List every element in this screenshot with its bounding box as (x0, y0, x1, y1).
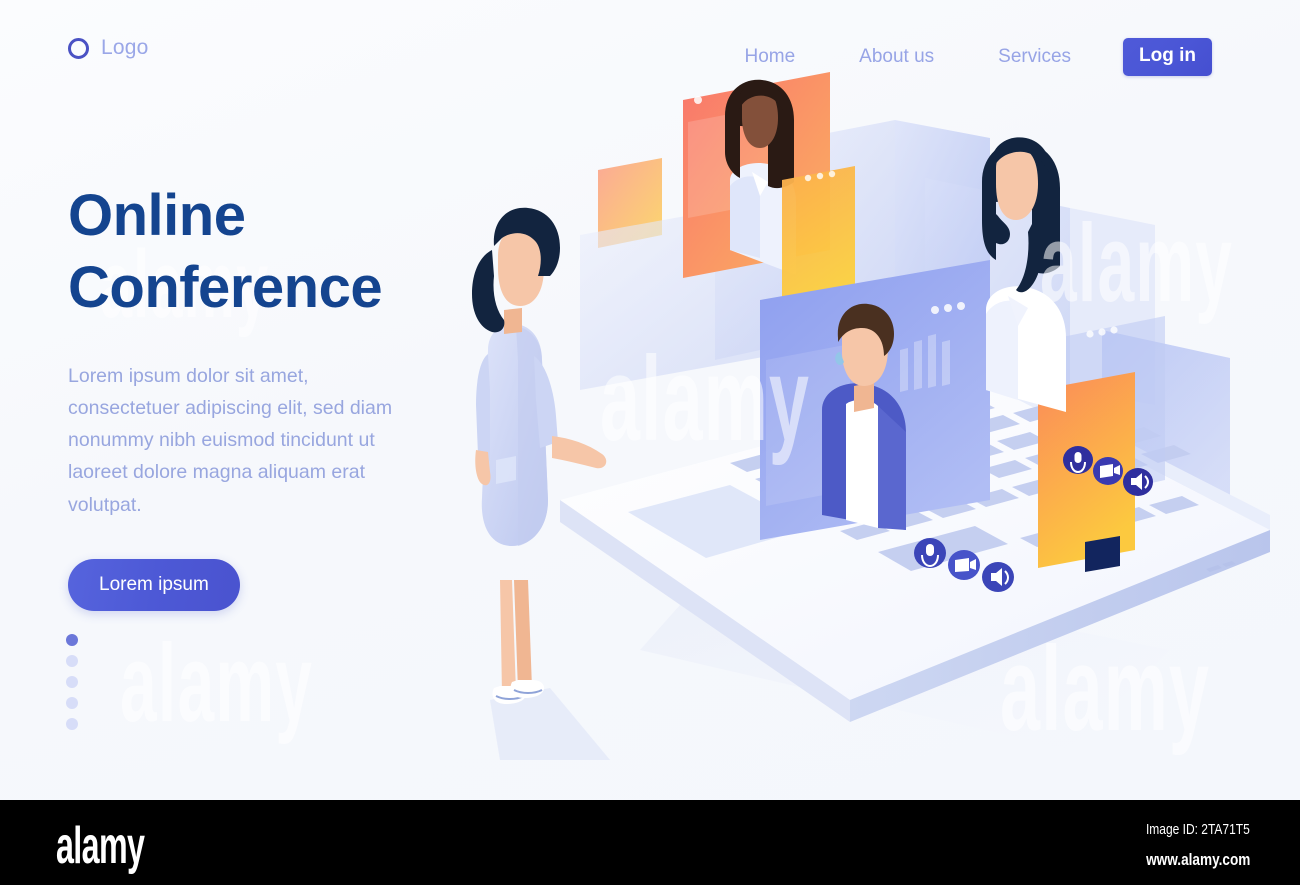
speaker-icon (1123, 468, 1153, 496)
hero-title-line-1: Online (68, 183, 246, 248)
microphone-icon (1063, 446, 1093, 474)
microphone-icon (914, 538, 946, 568)
hero-title-line-2: Conference (68, 254, 383, 320)
login-button[interactable]: Log in (1123, 38, 1212, 76)
nav-item-about-us[interactable]: About us (859, 46, 934, 68)
circle-outline-icon (68, 37, 89, 59)
hero-stage: alamy alamy alamy alamy alamy Logo Home … (0, 0, 1300, 800)
alamy-watermark-bar: alamy Image ID: 2TA71T5 www.alamy.com (0, 800, 1300, 885)
speaker-icon (982, 562, 1014, 592)
pagination-dot-4[interactable] (66, 697, 78, 709)
alamy-logo: alamy (56, 817, 145, 875)
pagination-dot-5[interactable] (66, 718, 78, 730)
pagination-dot-2[interactable] (66, 655, 78, 667)
top-navigation: Logo Home About us Services Log in (0, 0, 1300, 100)
video-camera-icon (1093, 457, 1123, 485)
nav-item-home[interactable]: Home (744, 46, 795, 68)
page-title: Online Conference (68, 180, 488, 324)
slide-pagination (66, 634, 78, 739)
hero-copy: Online Conference Lorem ipsum dolor sit … (68, 180, 488, 611)
nav-item-services[interactable]: Services (998, 46, 1071, 68)
alamy-image-id: Image ID: 2TA71T5 (1146, 821, 1250, 838)
hero-illustration (430, 60, 1300, 800)
video-camera-icon (948, 550, 980, 580)
hero-paragraph: Lorem ipsum dolor sit amet, consectetuer… (68, 364, 393, 516)
landing-page-root: alamy alamy alamy alamy alamy Logo Home … (0, 0, 1300, 885)
ghost-watermark-5: alamy (120, 622, 314, 745)
nav-links: Home About us Services Log in (744, 38, 1212, 76)
pagination-dot-3[interactable] (66, 676, 78, 688)
alamy-url: www.alamy.com (1145, 850, 1250, 869)
brand-logo[interactable]: Logo (68, 36, 149, 60)
hero-cta-button[interactable]: Lorem ipsum (68, 558, 240, 611)
brand-label: Logo (101, 36, 149, 59)
pagination-dot-1[interactable] (66, 634, 78, 646)
